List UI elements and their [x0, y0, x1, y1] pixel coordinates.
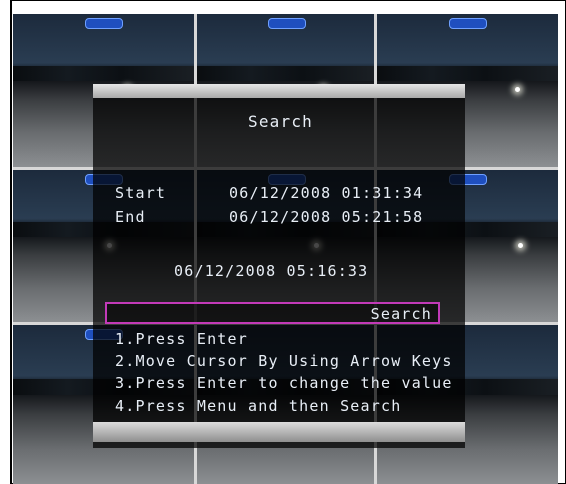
left-border [0, 0, 12, 484]
end-label: End [115, 208, 146, 226]
end-time-field[interactable]: 06/12/2008 05:21:58 [229, 208, 423, 226]
search-button-label: Search [370, 305, 432, 323]
dialog-top-bar [93, 84, 465, 98]
search-time-field[interactable]: 06/12/2008 05:16:33 [174, 262, 368, 280]
start-time-field[interactable]: 06/12/2008 01:31:34 [229, 184, 423, 202]
camera-status-badge-icon [85, 18, 124, 29]
camera-status-badge-icon [267, 18, 306, 29]
search-dialog: Search Start 06/12/2008 01:31:34 End 06/… [93, 84, 465, 448]
start-label: Start [115, 184, 167, 202]
dialog-bottom-bar [93, 422, 465, 442]
instruction-step: 3.Press Enter to change the value [115, 374, 453, 392]
search-button[interactable]: Search [105, 302, 440, 324]
dvr-screen: Search Start 06/12/2008 01:31:34 End 06/… [13, 14, 558, 484]
dialog-title: Search [248, 112, 313, 131]
instruction-step: 2.Move Cursor By Using Arrow Keys [115, 352, 453, 370]
camera-status-badge-icon [449, 18, 488, 29]
instruction-step: 4.Press Menu and then Search [115, 397, 402, 415]
instruction-step: 1.Press Enter [115, 330, 248, 348]
